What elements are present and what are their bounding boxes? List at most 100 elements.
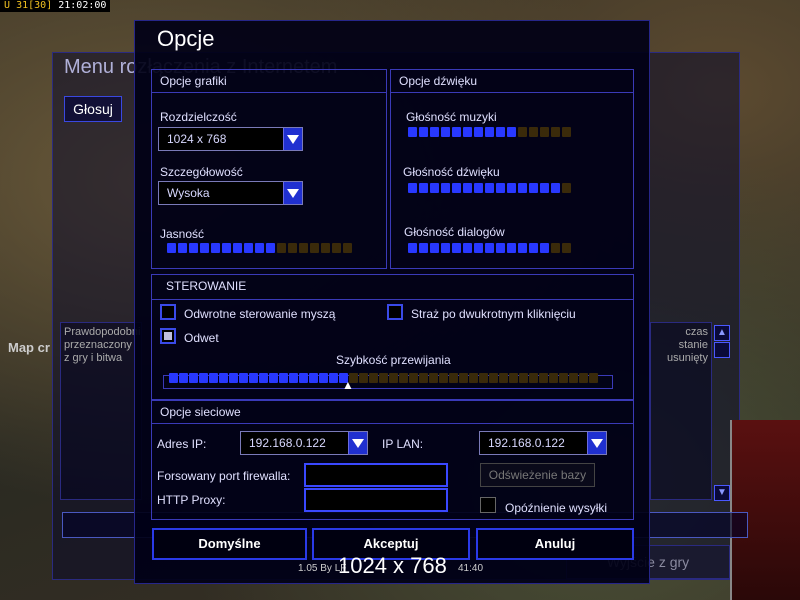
slider-segment[interactable] [409, 373, 418, 383]
defaults-button[interactable]: Domyślne [152, 528, 307, 560]
slider-segment[interactable] [419, 183, 428, 193]
slider-segment[interactable] [518, 183, 527, 193]
scroll-speed-thumb[interactable]: ▲ [342, 378, 354, 392]
guard-checkbox[interactable] [387, 304, 403, 320]
slider-segment[interactable] [408, 127, 417, 137]
slider-segment[interactable] [389, 373, 398, 383]
slider-segment[interactable] [288, 243, 297, 253]
slider-segment[interactable] [319, 373, 328, 383]
slider-segment[interactable] [229, 373, 238, 383]
slider-segment[interactable] [321, 243, 330, 253]
slider-segment[interactable] [439, 373, 448, 383]
chevron-down-icon[interactable] [587, 432, 606, 454]
slider-segment[interactable] [463, 243, 472, 253]
slider-segment[interactable] [496, 127, 505, 137]
slider-segment[interactable] [441, 183, 450, 193]
refresh-database-button[interactable]: Odświeżenie bazy [480, 463, 595, 487]
slider-segment[interactable] [559, 373, 568, 383]
slider-segment[interactable] [299, 373, 308, 383]
slider-segment[interactable] [474, 243, 483, 253]
slider-segment[interactable] [529, 243, 538, 253]
slider-segment[interactable] [249, 373, 258, 383]
slider-segment[interactable] [509, 373, 518, 383]
slider-segment[interactable] [507, 183, 516, 193]
slider-segment[interactable] [179, 373, 188, 383]
slider-segment[interactable] [266, 243, 275, 253]
detail-dropdown[interactable]: Wysoka [158, 181, 303, 205]
slider-segment[interactable] [429, 373, 438, 383]
slider-segment[interactable] [459, 373, 468, 383]
slider-segment[interactable] [485, 183, 494, 193]
slider-segment[interactable] [169, 373, 178, 383]
slider-segment[interactable] [299, 243, 308, 253]
music-volume-slider[interactable] [408, 126, 571, 138]
slider-segment[interactable] [255, 243, 264, 253]
slider-segment[interactable] [310, 243, 319, 253]
chevron-down-icon[interactable] [283, 182, 302, 204]
http-proxy-input[interactable] [304, 488, 448, 512]
vote-button[interactable]: Głosuj [64, 96, 122, 122]
slider-segment[interactable] [343, 243, 352, 253]
chevron-down-icon[interactable] [348, 432, 367, 454]
slider-segment[interactable] [496, 243, 505, 253]
slider-segment[interactable] [579, 373, 588, 383]
slider-segment[interactable] [419, 373, 428, 383]
slider-segment[interactable] [430, 183, 439, 193]
slider-segment[interactable] [441, 243, 450, 253]
slider-segment[interactable] [485, 243, 494, 253]
slider-segment[interactable] [239, 373, 248, 383]
sfx-volume-slider[interactable] [408, 182, 571, 194]
scroll-speed-slider[interactable] [169, 372, 598, 384]
slider-segment[interactable] [529, 373, 538, 383]
slider-segment[interactable] [222, 243, 231, 253]
resolution-dropdown[interactable]: 1024 x 768 [158, 127, 303, 151]
slider-segment[interactable] [379, 373, 388, 383]
slider-segment[interactable] [430, 243, 439, 253]
slider-segment[interactable] [329, 373, 338, 383]
slider-segment[interactable] [496, 183, 505, 193]
slider-segment[interactable] [167, 243, 176, 253]
brightness-slider[interactable] [167, 242, 352, 254]
slider-segment[interactable] [529, 183, 538, 193]
slider-segment[interactable] [233, 243, 242, 253]
slider-segment[interactable] [540, 243, 549, 253]
slider-segment[interactable] [430, 127, 439, 137]
slider-segment[interactable] [408, 243, 417, 253]
slider-segment[interactable] [279, 373, 288, 383]
slider-segment[interactable] [540, 127, 549, 137]
slider-segment[interactable] [199, 373, 208, 383]
slider-segment[interactable] [189, 373, 198, 383]
lan-dropdown[interactable]: 192.168.0.122 [479, 431, 607, 455]
slider-segment[interactable] [507, 127, 516, 137]
slider-segment[interactable] [269, 373, 278, 383]
slider-segment[interactable] [479, 373, 488, 383]
slider-segment[interactable] [474, 183, 483, 193]
slider-segment[interactable] [540, 183, 549, 193]
slider-segment[interactable] [419, 127, 428, 137]
slider-segment[interactable] [562, 183, 571, 193]
slider-segment[interactable] [289, 373, 298, 383]
slider-segment[interactable] [474, 127, 483, 137]
slider-segment[interactable] [178, 243, 187, 253]
slider-segment[interactable] [399, 373, 408, 383]
slider-segment[interactable] [219, 373, 228, 383]
slider-segment[interactable] [469, 373, 478, 383]
slider-segment[interactable] [419, 243, 428, 253]
slider-segment[interactable] [518, 243, 527, 253]
chevron-down-icon[interactable] [283, 128, 302, 150]
retaliation-checkbox[interactable] [160, 328, 176, 344]
slider-segment[interactable] [518, 127, 527, 137]
slider-segment[interactable] [259, 373, 268, 383]
scroll-track[interactable] [714, 342, 730, 358]
slider-segment[interactable] [449, 373, 458, 383]
slider-segment[interactable] [489, 373, 498, 383]
slider-segment[interactable] [452, 183, 461, 193]
send-delay-checkbox[interactable] [480, 497, 496, 513]
slider-segment[interactable] [452, 127, 461, 137]
voice-volume-slider[interactable] [408, 242, 571, 254]
slider-segment[interactable] [529, 127, 538, 137]
slider-segment[interactable] [589, 373, 598, 383]
slider-segment[interactable] [569, 373, 578, 383]
slider-segment[interactable] [211, 243, 220, 253]
slider-segment[interactable] [539, 373, 548, 383]
